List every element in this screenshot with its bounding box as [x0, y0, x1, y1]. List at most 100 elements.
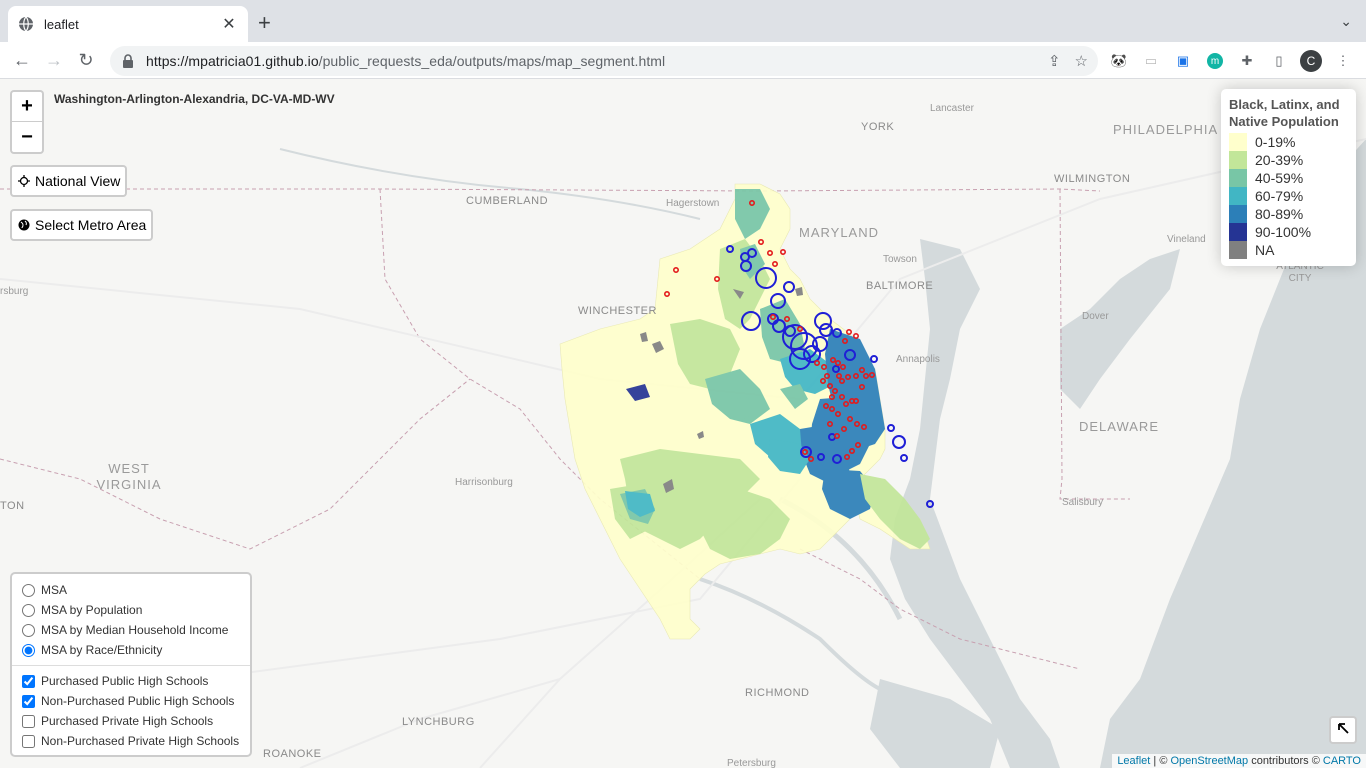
- choropleth-legend: Black, Latinx, and Native Population 0-1…: [1221, 89, 1356, 266]
- address-bar[interactable]: https://mpatricia01.github.io/public_req…: [110, 46, 1098, 76]
- legend-title: Black, Latinx, and Native Population: [1229, 97, 1340, 129]
- legend-swatch: [1229, 133, 1247, 151]
- label-salisbury: Salisbury: [1062, 497, 1104, 508]
- layer-radio[interactable]: [22, 583, 35, 597]
- forward-arrow-icon[interactable]: →: [42, 48, 66, 72]
- fullscreen-button[interactable]: [1329, 716, 1357, 744]
- map-attribution: Leaflet | © OpenStreetMap contributors ©…: [1112, 754, 1366, 768]
- non-purchased-school-marker[interactable]: [870, 355, 878, 363]
- legend-item: 90-100%: [1229, 223, 1348, 241]
- label-york: YORK: [861, 121, 895, 133]
- tab-bar: leaflet ✕ + ⌄: [0, 0, 1366, 42]
- leaflet-map[interactable]: YORK Lancaster PHILADELPHIA CUMBERLAND H…: [0, 79, 1366, 768]
- layer-label: MSA by Population: [41, 603, 143, 617]
- extension-blue-icon[interactable]: ▣: [1172, 50, 1194, 72]
- legend-label: 20-39%: [1255, 152, 1304, 168]
- tab-search-chevron-icon[interactable]: ⌄: [1340, 13, 1352, 30]
- extension-grey-icon[interactable]: ▭: [1140, 50, 1162, 72]
- overlay-layer-option[interactable]: Non-Purchased Private High Schools: [22, 731, 240, 751]
- browser-tab[interactable]: leaflet ✕: [8, 6, 248, 42]
- zoom-out-button[interactable]: −: [12, 122, 42, 152]
- purchased-school-marker[interactable]: [845, 329, 852, 336]
- bookmark-star-icon[interactable]: ☆: [1075, 52, 1088, 70]
- layer-label: Non-Purchased Public High Schools: [41, 694, 235, 708]
- puzzle-extensions-icon[interactable]: ✚: [1236, 50, 1258, 72]
- label-burg: rsburg: [0, 286, 29, 297]
- legend-label: 40-59%: [1255, 170, 1304, 186]
- base-layer-option[interactable]: MSA by Population: [22, 600, 240, 620]
- side-panel-icon[interactable]: ▯: [1268, 50, 1290, 72]
- legend-swatch: [1229, 223, 1247, 241]
- layers-control: MSA MSA by Population MSA by Median Househ…: [10, 572, 252, 757]
- label-cumberland: CUMBERLAND: [466, 195, 549, 207]
- legend-item: 0-19%: [1229, 133, 1348, 151]
- url-text: https://mpatricia01.github.io/public_req…: [146, 53, 666, 69]
- legend-label: 60-79%: [1255, 188, 1304, 204]
- layer-label: MSA: [41, 583, 68, 597]
- osm-link[interactable]: OpenStreetMap: [1170, 755, 1248, 767]
- layer-radio[interactable]: [22, 643, 35, 657]
- back-arrow-icon[interactable]: ←: [10, 48, 34, 72]
- label-towson: Towson: [883, 254, 917, 265]
- label-lancaster: Lancaster: [930, 103, 974, 114]
- label-dover: Dover: [1082, 311, 1109, 322]
- browser-toolbar: ← → ↻ https://mpatricia01.github.io/publ…: [0, 42, 1366, 79]
- base-layer-option[interactable]: MSA by Race/Ethnicity: [22, 640, 240, 660]
- reload-icon[interactable]: ↻: [74, 48, 98, 72]
- leaflet-link[interactable]: Leaflet: [1117, 755, 1150, 767]
- legend-swatch: [1229, 187, 1247, 205]
- label-baltimore: BALTIMORE: [866, 280, 934, 292]
- layer-label: MSA by Median Household Income: [41, 623, 229, 637]
- new-tab-icon[interactable]: +: [258, 12, 271, 34]
- tab-title: leaflet: [44, 16, 79, 32]
- legend-label: NA: [1255, 242, 1275, 258]
- overlay-layer-option[interactable]: Purchased Private High Schools: [22, 711, 240, 731]
- select-metro-area-button[interactable]: Select Metro Area: [10, 209, 154, 241]
- extension-m-icon[interactable]: m: [1204, 50, 1226, 72]
- layer-checkbox[interactable]: [22, 674, 35, 688]
- base-layer-option[interactable]: MSA: [22, 580, 240, 600]
- label-petersburg: Petersburg: [727, 758, 776, 768]
- layers-separator: [12, 665, 250, 666]
- legend-swatch: [1229, 151, 1247, 169]
- purchased-school-marker[interactable]: [779, 249, 786, 256]
- profile-avatar[interactable]: C: [1300, 50, 1322, 72]
- layer-checkbox[interactable]: [22, 734, 35, 748]
- carto-link[interactable]: CARTO: [1323, 755, 1361, 767]
- layer-label: Purchased Private High Schools: [41, 714, 214, 728]
- label-vineland: Vineland: [1167, 234, 1206, 245]
- non-purchased-school-marker[interactable]: [900, 454, 908, 462]
- non-purchased-school-marker[interactable]: [892, 435, 906, 449]
- globe-icon: [18, 16, 34, 32]
- layer-radio[interactable]: [22, 623, 35, 637]
- layer-checkbox[interactable]: [22, 714, 35, 728]
- zoom-in-button[interactable]: +: [12, 92, 42, 122]
- legend-swatch: [1229, 205, 1247, 223]
- legend-item: 60-79%: [1229, 187, 1348, 205]
- legend-item: 80-89%: [1229, 205, 1348, 223]
- layer-checkbox[interactable]: [22, 694, 35, 708]
- overlay-layer-option[interactable]: Non-Purchased Public High Schools: [22, 691, 240, 711]
- browser-menu-icon[interactable]: ⋮: [1332, 50, 1354, 72]
- crosshair-icon: [18, 175, 30, 187]
- share-icon[interactable]: ⇪: [1048, 52, 1061, 70]
- label-richmond: RICHMOND: [745, 687, 810, 699]
- legend-swatch: [1229, 169, 1247, 187]
- label-ton: TON: [0, 500, 25, 512]
- label-roanoke: ROANOKE: [263, 748, 322, 760]
- close-tab-icon[interactable]: ✕: [220, 14, 238, 34]
- panda-extension-icon[interactable]: 🐼: [1108, 50, 1130, 72]
- base-layer-option[interactable]: MSA by Median Household Income: [22, 620, 240, 640]
- layer-label: Purchased Public High Schools: [41, 674, 209, 688]
- label-annapolis: Annapolis: [896, 354, 940, 365]
- national-view-button[interactable]: National View: [10, 165, 128, 197]
- non-purchased-school-marker[interactable]: [887, 424, 895, 432]
- legend-item: 20-39%: [1229, 151, 1348, 169]
- layer-radio[interactable]: [22, 603, 35, 617]
- legend-label: 80-89%: [1255, 206, 1304, 222]
- lock-icon: [122, 54, 136, 68]
- label-harrisonburg: Harrisonburg: [455, 477, 513, 488]
- overlay-layer-option[interactable]: Purchased Public High Schools: [22, 671, 240, 691]
- legend-item: NA: [1229, 241, 1348, 259]
- purchased-school-marker[interactable]: [852, 333, 859, 340]
